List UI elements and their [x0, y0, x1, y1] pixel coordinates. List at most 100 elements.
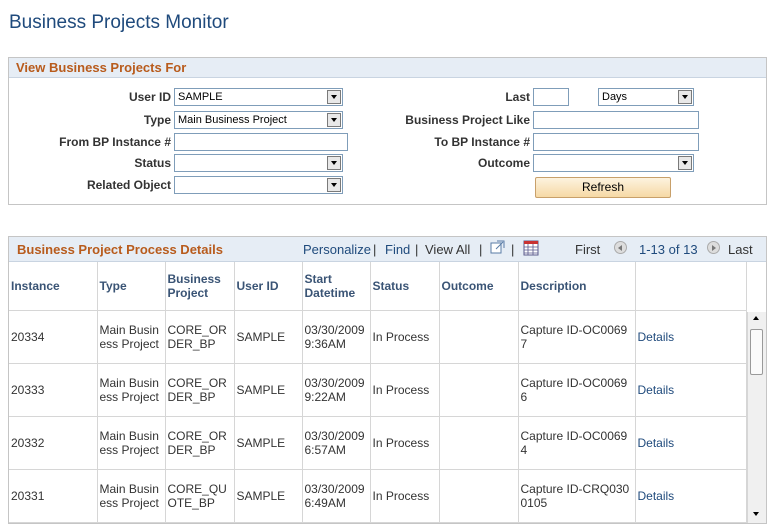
cell-business-project: CORE_ORDER_BP — [165, 310, 235, 364]
last-label: Last — [505, 90, 530, 104]
last-input[interactable] — [533, 88, 569, 106]
column-header-type[interactable]: Type — [97, 262, 166, 311]
chevron-down-icon[interactable] — [678, 156, 692, 170]
chevron-down-icon[interactable] — [327, 90, 341, 104]
cell-description: Capture ID-CRQ0300105 — [518, 469, 636, 523]
table-header-row: Instance Type Business Project User ID S… — [9, 262, 747, 311]
process-details-grid: Business Project Process Details Persona… — [8, 236, 767, 524]
user-id-value: SAMPLE — [178, 91, 223, 103]
grid-header: Business Project Process Details Persona… — [9, 237, 766, 262]
cell-business-project: CORE_ORDER_BP — [165, 416, 235, 470]
cell-status: In Process — [370, 310, 440, 364]
details-link[interactable]: Details — [638, 489, 675, 503]
cell-type: Main Business Project — [97, 416, 166, 470]
status-select[interactable] — [174, 154, 343, 172]
user-id-select[interactable]: SAMPLE — [174, 88, 343, 106]
separator: | — [373, 242, 377, 257]
filter-panel-title: View Business Projects For — [16, 60, 187, 75]
details-link[interactable]: Details — [638, 383, 675, 397]
spreadsheet-icon[interactable] — [523, 240, 539, 256]
related-object-select[interactable] — [174, 176, 343, 194]
filter-panel-header: View Business Projects For — [9, 58, 766, 78]
cell-status: In Process — [370, 416, 440, 470]
cell-instance: 20332 — [9, 416, 98, 470]
to-bp-instance-input[interactable] — [533, 133, 699, 151]
last-page-label[interactable]: Last — [728, 242, 753, 257]
separator: | — [479, 242, 483, 257]
cell-description: Capture ID-OC00696 — [518, 363, 636, 417]
first-label[interactable]: First — [575, 242, 600, 257]
chevron-down-icon[interactable] — [327, 156, 341, 170]
last-unit-select[interactable]: Days — [598, 88, 694, 106]
to-bp-instance-label: To BP Instance # — [434, 135, 530, 149]
column-header-status[interactable]: Status — [370, 262, 440, 311]
user-id-label: User ID — [128, 90, 171, 104]
cell-description: Capture ID-OC00697 — [518, 310, 636, 364]
row-range: 1-13 of 13 — [639, 242, 698, 257]
from-bp-instance-input[interactable] — [174, 133, 348, 151]
cell-start-datetime: 03/30/2009 9:22AM — [302, 363, 371, 417]
find-link[interactable]: Find — [385, 242, 410, 257]
cell-user-id: SAMPLE — [234, 310, 303, 364]
cell-details: Details — [635, 363, 747, 417]
cell-instance: 20333 — [9, 363, 98, 417]
chevron-down-icon[interactable] — [327, 178, 341, 192]
table-row: 20333 Main Business Project CORE_ORDER_B… — [9, 363, 747, 417]
cell-user-id: SAMPLE — [234, 416, 303, 470]
details-link[interactable]: Details — [638, 436, 675, 450]
separator: | — [511, 242, 515, 257]
cell-type: Main Business Project — [97, 310, 166, 364]
scroll-down-icon[interactable] — [750, 508, 763, 521]
separator: | — [415, 242, 419, 257]
next-page-button[interactable] — [707, 241, 720, 254]
cell-user-id: SAMPLE — [234, 469, 303, 523]
from-bp-instance-label: From BP Instance # — [59, 135, 171, 149]
column-header-user-id[interactable]: User ID — [234, 262, 303, 311]
cell-outcome — [439, 416, 519, 470]
cell-details: Details — [635, 469, 747, 523]
scroll-up-icon[interactable] — [750, 312, 763, 325]
bp-like-input[interactable] — [533, 111, 699, 129]
previous-page-button[interactable] — [614, 241, 627, 254]
table-row: 20331 Main Business Project CORE_QUOTE_B… — [9, 469, 747, 523]
cell-type: Main Business Project — [97, 363, 166, 417]
cell-start-datetime: 03/30/2009 6:57AM — [302, 416, 371, 470]
related-object-label: Related Object — [86, 178, 171, 192]
vertical-scrollbar[interactable] — [747, 312, 766, 523]
column-header-outcome[interactable]: Outcome — [439, 262, 519, 311]
view-all-link[interactable]: View All — [425, 242, 470, 257]
column-header-instance[interactable]: Instance — [9, 262, 98, 311]
cell-instance: 20334 — [9, 310, 98, 364]
column-header-business-project[interactable]: Business Project — [165, 262, 235, 311]
cell-status: In Process — [370, 469, 440, 523]
cell-type: Main Business Project — [97, 469, 166, 523]
type-select[interactable]: Main Business Project — [174, 111, 343, 129]
chevron-down-icon[interactable] — [678, 90, 692, 104]
cell-instance: 20331 — [9, 469, 98, 523]
type-label: Type — [143, 113, 171, 127]
type-value: Main Business Project — [178, 114, 287, 126]
cell-start-datetime: 03/30/2009 6:49AM — [302, 469, 371, 523]
cell-details: Details — [635, 310, 747, 364]
cell-status: In Process — [370, 363, 440, 417]
grid-title: Business Project Process Details — [17, 242, 223, 257]
details-link[interactable]: Details — [638, 330, 675, 344]
cell-details: Details — [635, 416, 747, 470]
new-window-icon[interactable] — [490, 240, 505, 255]
column-header-details — [635, 262, 747, 311]
cell-business-project: CORE_ORDER_BP — [165, 363, 235, 417]
outcome-select[interactable] — [533, 154, 694, 172]
chevron-down-icon[interactable] — [327, 113, 341, 127]
column-header-description[interactable]: Description — [518, 262, 636, 311]
personalize-link[interactable]: Personalize — [303, 242, 371, 257]
page-title: Business Projects Monitor — [9, 12, 229, 33]
column-header-start-datetime[interactable]: Start Datetime — [302, 262, 371, 311]
cell-outcome — [439, 363, 519, 417]
scroll-thumb[interactable] — [750, 329, 763, 375]
status-label: Status — [134, 156, 171, 170]
refresh-button[interactable]: Refresh — [535, 177, 671, 198]
cell-description: Capture ID-OC00694 — [518, 416, 636, 470]
table-row: 20332 Main Business Project CORE_ORDER_B… — [9, 416, 747, 470]
outcome-label: Outcome — [477, 156, 530, 170]
cell-start-datetime: 03/30/2009 9:36AM — [302, 310, 371, 364]
